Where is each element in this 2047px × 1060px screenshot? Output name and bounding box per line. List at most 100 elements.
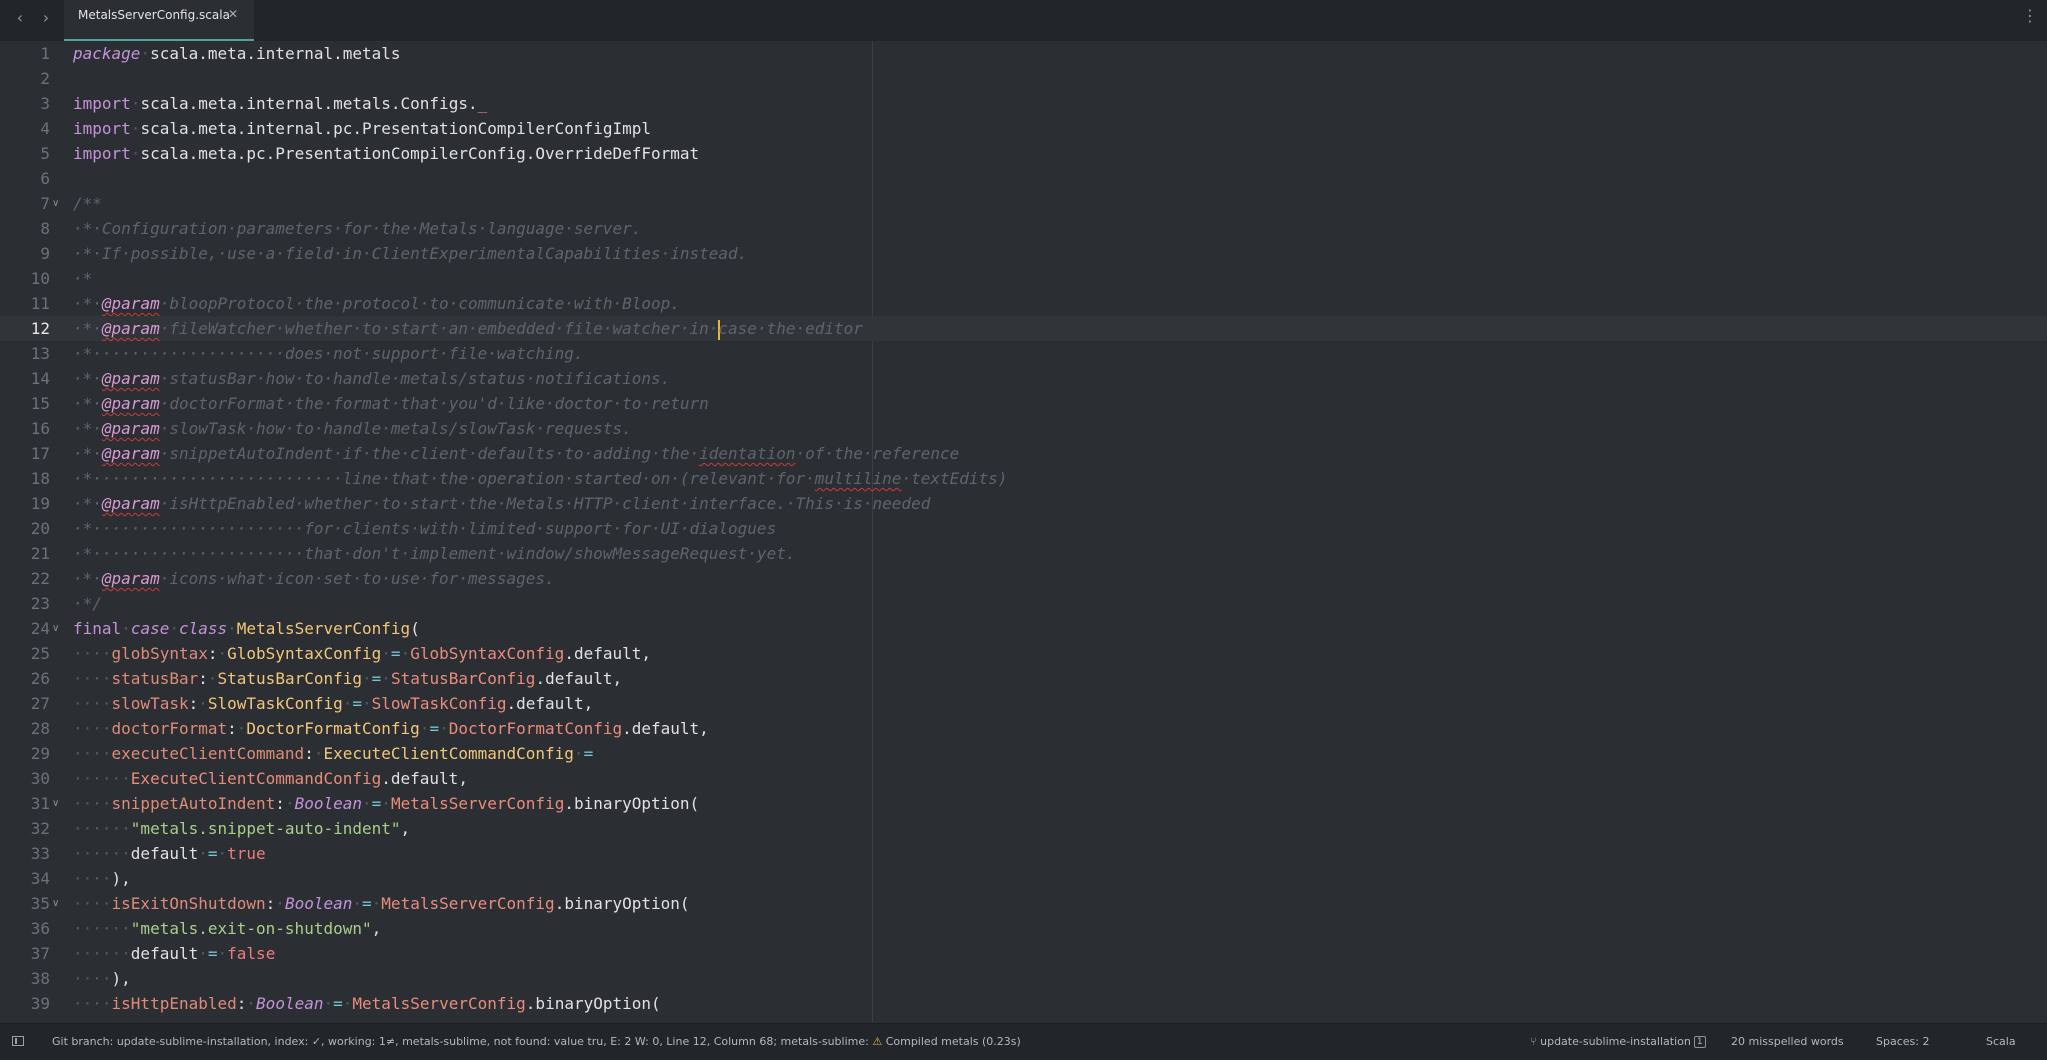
code-line[interactable]: 33 ······default·=·true — [0, 841, 2047, 866]
code-editor[interactable]: 1 package·scala.meta.internal.metals 2 3 imp… — [0, 41, 2047, 1022]
code-token: · — [342, 694, 353, 713]
code-token: , — [400, 819, 411, 838]
branch-indicator[interactable]: ⑂ update-sublime-installation 1 — [1530, 1034, 1706, 1050]
code-line[interactable]: 3 import·scala.meta.internal.metals.Confi… — [0, 91, 2047, 116]
code-line[interactable]: 31 ∨ ····snippetAutoIndent:·Boolean·=·Meta… — [0, 791, 2047, 816]
code-line[interactable]: 10 ·* — [0, 266, 2047, 291]
code-token: · — [371, 894, 382, 913]
code-line[interactable]: 22 ·*·@param·icons·what·icon·set·to·use·f… — [0, 566, 2047, 591]
code-token: ·snippetAutoIndent·if·the·client·default… — [159, 444, 700, 463]
code-line[interactable]: 16 ·*·@param·slowTask·how·to·handle·metal… — [0, 416, 2047, 441]
fold-chevron-icon[interactable]: ∨ — [52, 791, 62, 816]
code-text: package·scala.meta.internal.metals — [73, 41, 401, 66]
code-token: ···· — [73, 969, 112, 988]
code-token: ·*· — [73, 369, 102, 388]
code-line[interactable]: 23 ·*/ — [0, 591, 2047, 616]
code-line[interactable]: 39 ····isHttpEnabled:·Boolean·=·MetalsSer… — [0, 991, 2047, 1016]
fold-chevron-icon[interactable]: ∨ — [52, 891, 62, 916]
code-line[interactable]: 20 ·*······················for·clients·wi… — [0, 516, 2047, 541]
syntax-selector[interactable]: Scala — [1986, 1034, 2016, 1050]
line-number: 10 — [30, 269, 50, 288]
sidebar-toggle-icon[interactable] — [12, 1036, 24, 1046]
code-text: ····statusBar:·StatusBarConfig·=·StatusB… — [73, 666, 622, 691]
code-token: default — [130, 944, 199, 963]
code-line[interactable]: 28 ····doctorFormat:·DoctorFormatConfig·=… — [0, 716, 2047, 741]
code-token: ·*······················for·clients·with… — [73, 519, 777, 538]
code-token: · — [400, 644, 411, 663]
code-line[interactable]: 27 ····slowTask:·SlowTaskConfig·=·SlowTas… — [0, 691, 2047, 716]
code-text: ·*·If·possible,·use·a·field·in·ClientExp… — [73, 241, 747, 266]
code-token: final — [73, 619, 122, 638]
code-line[interactable]: 4 import·scala.meta.internal.pc.Presentat… — [0, 116, 2047, 141]
code-line[interactable]: 1 package·scala.meta.internal.metals — [0, 41, 2047, 66]
code-line[interactable]: 8 ·*·Configuration·parameters·for·the·Met… — [0, 216, 2047, 241]
git-info-text: Git branch: update-sublime-installation,… — [52, 1035, 869, 1048]
code-token: @param — [101, 394, 160, 413]
code-token: GlobSyntaxConfig — [227, 644, 382, 663]
code-line[interactable]: 9 ·*·If·possible,·use·a·field·in·ClientEx… — [0, 241, 2047, 266]
chevron-left-icon[interactable]: ‹ — [10, 7, 30, 29]
code-line[interactable]: 19 ·*·@param·isHttpEnabled·whether·to·sta… — [0, 491, 2047, 516]
code-token: · — [246, 994, 257, 1013]
code-text: ······"metals.snippet-auto-indent", — [73, 816, 410, 841]
code-line[interactable]: 21 ·*······················that·don't·imp… — [0, 541, 2047, 566]
code-token: ······ — [73, 844, 131, 863]
code-line[interactable]: 13 ·*····················does·not·support… — [0, 341, 2047, 366]
line-number: 33 — [30, 844, 50, 863]
tab-metals-server-config[interactable]: MetalsServerConfig.scala ✕ — [64, 0, 254, 41]
code-token: import — [73, 119, 131, 138]
code-token: ·*·Configuration·parameters·for·the·Meta… — [73, 219, 642, 238]
code-line[interactable]: 15 ·*·@param·doctorFormat·the·format·that… — [0, 391, 2047, 416]
misspelled-count[interactable]: 20 misspelled words — [1731, 1034, 1844, 1050]
code-token: ···· — [73, 669, 112, 688]
code-token: · — [381, 669, 391, 688]
line-number: 22 — [30, 569, 50, 588]
code-token: ExecuteClientCommandConfig — [323, 744, 574, 763]
code-line[interactable]: 17 ·*·@param·snippetAutoIndent·if·the·cli… — [0, 441, 2047, 466]
code-line[interactable]: 36 ······"metals.exit-on-shutdown", — [0, 916, 2047, 941]
line-number: 2 — [40, 69, 50, 88]
code-line[interactable]: 35 ∨ ····isExitOnShutdown:·Boolean·=·Metal… — [0, 891, 2047, 916]
code-token: · — [130, 119, 141, 138]
code-line[interactable]: 25 ····globSyntax:·GlobSyntaxConfig·=·Glo… — [0, 641, 2047, 666]
code-token: ·*· — [73, 494, 102, 513]
code-token: ···· — [73, 694, 112, 713]
fold-chevron-icon[interactable]: ∨ — [52, 616, 62, 641]
line-number: 36 — [30, 919, 50, 938]
code-line[interactable]: 26 ····statusBar:·StatusBarConfig·=·Statu… — [0, 666, 2047, 691]
code-line[interactable]: 29 ····executeClientCommand: ·ExecuteClien… — [0, 741, 2047, 766]
code-line[interactable]: 5 import·scala.meta.pc.PresentationCompil… — [0, 141, 2047, 166]
code-text: ······ExecuteClientCommandConfig.default… — [73, 766, 468, 791]
code-token: import — [73, 94, 131, 113]
chevron-right-icon[interactable]: › — [36, 7, 56, 29]
code-token: isHttpEnabled — [111, 994, 237, 1013]
code-token: case — [130, 619, 170, 638]
code-token: @param — [101, 294, 160, 313]
code-line[interactable]: 11 ·*·@param·bloopProtocol·the·protocol·t… — [0, 291, 2047, 316]
code-line[interactable]: 32 ······"metals.snippet-auto-indent", — [0, 816, 2047, 841]
code-line[interactable]: 37 ······default·=·false — [0, 941, 2047, 966]
code-line[interactable]: 12 ·*·@param·fileWatcher·whether·to·start… — [0, 316, 2047, 341]
compile-status: Compiled metals (0.23s) — [885, 1035, 1021, 1048]
close-icon[interactable]: ✕ — [228, 7, 238, 21]
code-text: ·*·@param·isHttpEnabled·whether·to·start… — [73, 491, 930, 516]
code-line[interactable]: 2 — [0, 66, 2047, 91]
code-token: globSyntax — [111, 644, 208, 663]
indentation-setting[interactable]: Spaces: 2 — [1876, 1034, 1929, 1050]
code-line[interactable]: 18 ·*··························line·that·… — [0, 466, 2047, 491]
code-line[interactable]: 6 — [0, 166, 2047, 191]
code-line[interactable]: 24 ∨ final·case·class·MetalsServerConfig( — [0, 616, 2047, 641]
code-token: · — [362, 794, 372, 813]
code-line[interactable]: 38 ····), — [0, 966, 2047, 991]
code-token: : — [304, 744, 314, 763]
code-token: ······ — [73, 944, 131, 963]
line-number: 5 — [40, 144, 50, 163]
code-token: · — [419, 719, 430, 738]
code-line[interactable]: 14 ·*·@param·statusBar·how·to·handle·meta… — [0, 366, 2047, 391]
code-line[interactable]: 7 ∨ /** — [0, 191, 2047, 216]
fold-chevron-icon[interactable]: ∨ — [52, 191, 62, 216]
code-line[interactable]: 30 ······ExecuteClientCommandConfig.defau… — [0, 766, 2047, 791]
code-text: ·*·@param·statusBar·how·to·handle·metals… — [73, 366, 670, 391]
vertical-ellipsis-icon[interactable]: ⋮ — [2022, 4, 2038, 28]
code-line[interactable]: 34 ····), — [0, 866, 2047, 891]
